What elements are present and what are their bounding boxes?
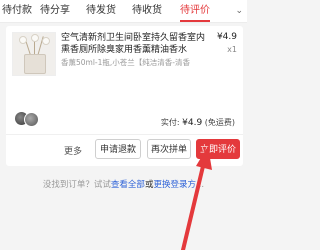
footer-prefix: 没找到订单？试试 xyxy=(42,180,111,190)
reorder-button[interactable]: 再次拼单 xyxy=(147,139,191,159)
divider xyxy=(6,134,243,135)
product-title[interactable]: 空气清新剂卫生间卧室持久留香室内熏香厕所除臭家用香薰精油香水 xyxy=(61,32,209,56)
product-spec: 香薰50ml-1瓶,小苍兰【纯洁清香-清香 xyxy=(61,58,191,67)
more-button[interactable]: 更多 xyxy=(64,144,82,157)
refund-button[interactable]: 申请退款 xyxy=(95,139,141,159)
view-all-link[interactable]: 查看全部 xyxy=(111,180,145,190)
paid-amount: ¥4.9 xyxy=(182,118,203,128)
tab-pending-payment[interactable]: 待付款 xyxy=(0,0,32,22)
product-price: ¥4.9 xyxy=(216,32,237,42)
tab-pending-share[interactable]: 待分享 xyxy=(32,0,78,22)
tab-pending-receipt[interactable]: 待收货 xyxy=(124,0,170,22)
flower-decoration xyxy=(31,34,39,42)
flower-decoration xyxy=(42,37,50,45)
tab-pending-shipment[interactable]: 待发货 xyxy=(78,0,124,22)
chevron-down-icon[interactable]: ⌄ xyxy=(235,0,243,22)
review-button[interactable]: 立即评价 xyxy=(196,139,240,159)
flower-decoration xyxy=(19,36,27,44)
product-thumbnail[interactable] xyxy=(12,32,56,76)
paid-summary: 实付: ¥4.9 (免运费) xyxy=(161,117,235,128)
diffuser-bottle xyxy=(24,54,46,74)
paid-note: (免运费) xyxy=(204,118,235,127)
avatar xyxy=(24,112,39,127)
tab-pending-review[interactable]: 待评价 xyxy=(170,0,220,22)
order-card: 空气清新剂卫生间卧室持久留香室内熏香厕所除臭家用香薰精油香水 ¥4.9 x1 香… xyxy=(6,26,243,166)
order-status-tabs: 待付款 待分享 待发货 待收货 待评价 ⌄ xyxy=(0,0,247,23)
product-quantity: x1 xyxy=(227,45,237,54)
switch-login-link[interactable]: 更换登录方 xyxy=(153,180,196,190)
footer-hint: 没找到订单？试试查看全部或更换登录方... xyxy=(0,178,247,190)
footer-suffix: ... xyxy=(195,180,205,190)
paid-label: 实付: xyxy=(160,118,180,127)
